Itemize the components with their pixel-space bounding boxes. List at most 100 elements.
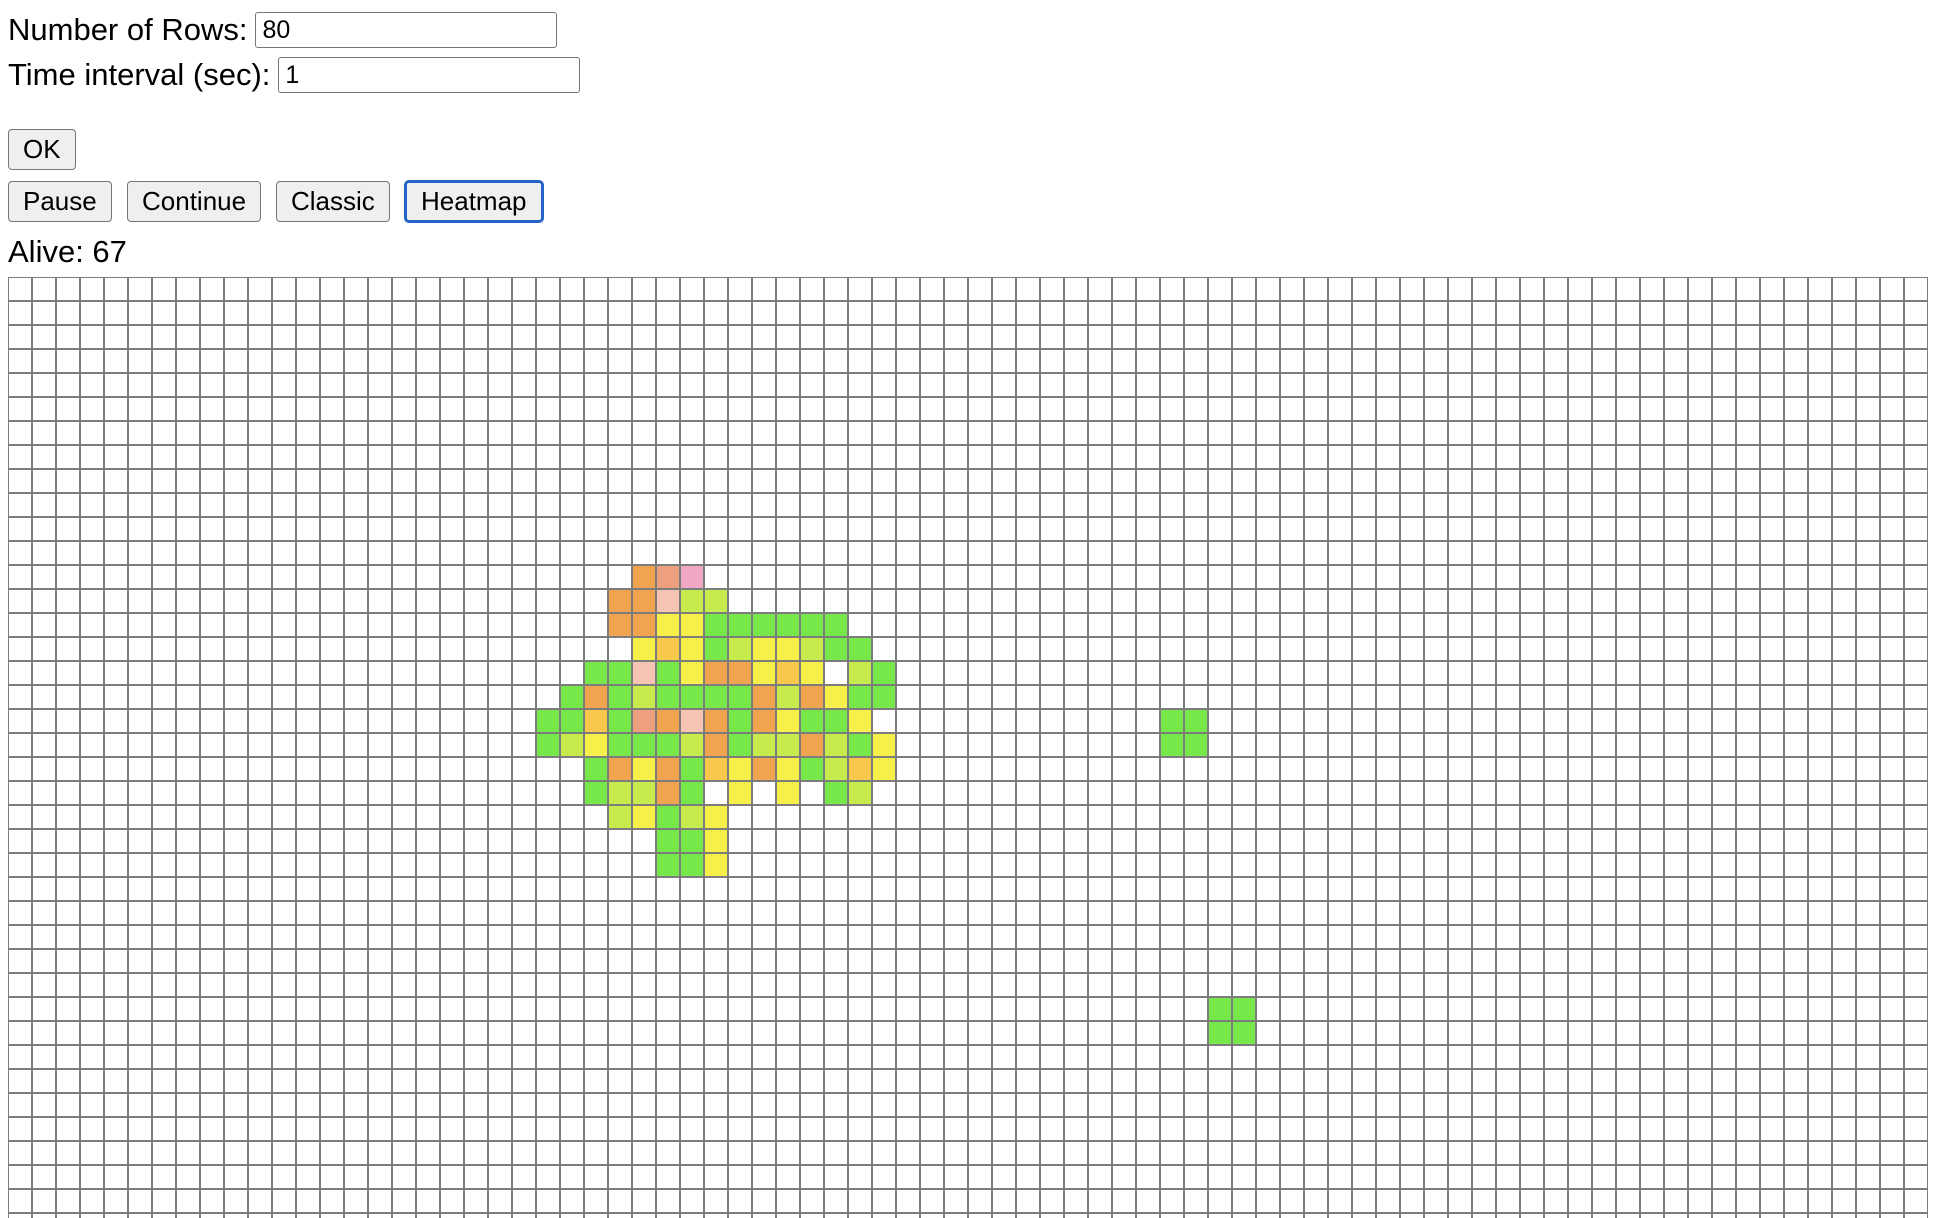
grid-cell[interactable] [368,373,392,397]
grid-cell[interactable] [968,373,992,397]
grid-cell[interactable] [704,805,728,829]
grid-cell[interactable] [344,373,368,397]
grid-cell[interactable] [776,517,800,541]
grid-cell[interactable] [1616,853,1640,877]
grid-cell[interactable] [1616,973,1640,997]
grid-cell[interactable] [1256,541,1280,565]
grid-cell[interactable] [1232,709,1256,733]
grid-cell[interactable] [680,1213,704,1218]
grid-cell[interactable] [272,925,296,949]
grid-cell[interactable] [1160,1189,1184,1213]
grid-cell[interactable] [1280,517,1304,541]
grid-cell[interactable] [1304,493,1328,517]
grid-cell[interactable] [1568,1117,1592,1141]
grid-cell[interactable] [1736,853,1760,877]
grid-cell[interactable] [920,877,944,901]
grid-cell[interactable] [368,493,392,517]
grid-cell[interactable] [1160,445,1184,469]
grid-cell[interactable] [1712,997,1736,1021]
grid-cell[interactable] [848,877,872,901]
grid-cell[interactable] [1016,589,1040,613]
grid-cell[interactable] [1376,997,1400,1021]
grid-cell[interactable] [1400,1117,1424,1141]
grid-cell[interactable] [224,421,248,445]
grid-cell[interactable] [320,685,344,709]
grid-cell[interactable] [32,805,56,829]
grid-cell[interactable] [1496,997,1520,1021]
grid-cell[interactable] [560,1141,584,1165]
grid-cell[interactable] [632,517,656,541]
grid-cell[interactable] [1016,997,1040,1021]
grid-cell[interactable] [1544,517,1568,541]
grid-cell[interactable] [1328,1093,1352,1117]
grid-cell[interactable] [1352,301,1376,325]
grid-cell[interactable] [392,349,416,373]
grid-cell[interactable] [1856,421,1880,445]
grid-cell[interactable] [8,1093,32,1117]
grid-cell[interactable] [128,373,152,397]
grid-cell[interactable] [200,925,224,949]
grid-cell[interactable] [1256,949,1280,973]
grid-cell[interactable] [104,1189,128,1213]
grid-cell[interactable] [1256,877,1280,901]
grid-cell[interactable] [680,1021,704,1045]
grid-cell[interactable] [1904,349,1928,373]
grid-cell[interactable] [1688,1189,1712,1213]
grid-cell[interactable] [176,997,200,1021]
grid-cell[interactable] [896,997,920,1021]
grid-cell[interactable] [776,1069,800,1093]
grid-cell[interactable] [1256,613,1280,637]
grid-cell[interactable] [896,1213,920,1218]
grid-cell[interactable] [344,637,368,661]
grid-cell[interactable] [800,733,824,757]
grid-cell[interactable] [848,589,872,613]
grid-cell[interactable] [392,445,416,469]
grid-cell[interactable] [56,325,80,349]
grid-cell[interactable] [1448,565,1472,589]
grid-cell[interactable] [80,1165,104,1189]
grid-cell[interactable] [632,1093,656,1117]
grid-cell[interactable] [1160,901,1184,925]
grid-cell[interactable] [1520,469,1544,493]
grid-cell[interactable] [416,541,440,565]
grid-cell[interactable] [1808,853,1832,877]
grid-cell[interactable] [752,445,776,469]
grid-cell[interactable] [1304,589,1328,613]
grid-cell[interactable] [1280,661,1304,685]
grid-cell[interactable] [896,277,920,301]
grid-cell[interactable] [1352,1165,1376,1189]
grid-cell[interactable] [1856,1069,1880,1093]
grid-cell[interactable] [1736,397,1760,421]
grid-cell[interactable] [968,1045,992,1069]
grid-cell[interactable] [224,517,248,541]
grid-cell[interactable] [704,301,728,325]
grid-cell[interactable] [1352,973,1376,997]
grid-cell[interactable] [1712,613,1736,637]
grid-cell[interactable] [800,1069,824,1093]
grid-cell[interactable] [152,301,176,325]
grid-cell[interactable] [1616,517,1640,541]
grid-cell[interactable] [1448,805,1472,829]
grid-cell[interactable] [704,517,728,541]
grid-cell[interactable] [560,781,584,805]
grid-cell[interactable] [1304,925,1328,949]
grid-cell[interactable] [1280,637,1304,661]
grid-cell[interactable] [584,589,608,613]
grid-cell[interactable] [176,685,200,709]
grid-cell[interactable] [1064,1045,1088,1069]
grid-cell[interactable] [1112,1213,1136,1218]
grid-cell[interactable] [608,565,632,589]
grid-cell[interactable] [1832,709,1856,733]
grid-cell[interactable] [896,661,920,685]
grid-cell[interactable] [1880,445,1904,469]
grid-cell[interactable] [1496,517,1520,541]
grid-cell[interactable] [1208,325,1232,349]
grid-cell[interactable] [1016,325,1040,349]
grid-cell[interactable] [1520,1213,1544,1218]
grid-cell[interactable] [656,901,680,925]
grid-cell[interactable] [488,1045,512,1069]
grid-cell[interactable] [1784,709,1808,733]
grid-cell[interactable] [80,901,104,925]
grid-cell[interactable] [1232,469,1256,493]
grid-cell[interactable] [1424,853,1448,877]
